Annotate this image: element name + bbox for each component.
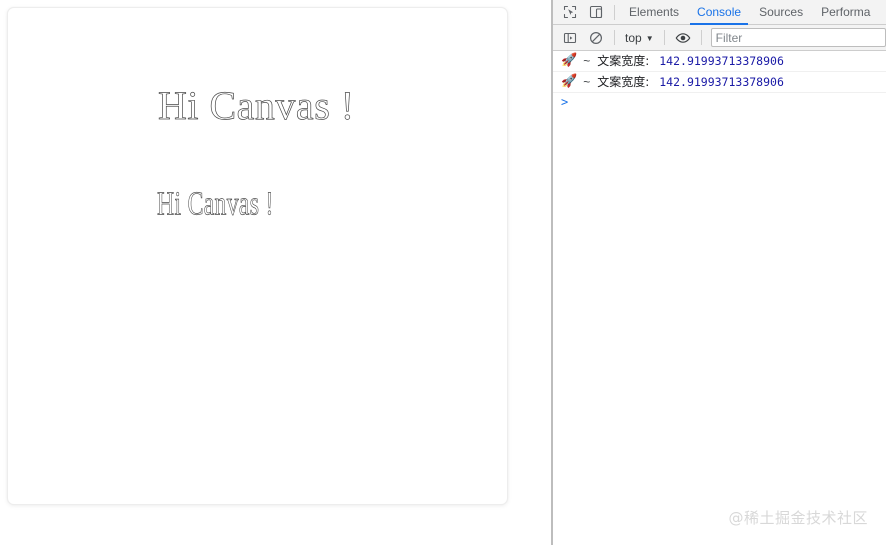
tab-console[interactable]: Console [688,0,750,25]
tab-performance[interactable]: Performa [812,0,879,25]
console-toolbar-divider-1 [614,30,615,45]
console-prompt-input[interactable] [574,95,886,109]
console-sidebar-icon[interactable] [557,27,583,49]
devtools-panel: Elements Console Sources Performa top ▼ … [553,0,886,545]
tab-console-label: Console [697,5,742,19]
device-toolbar-icon[interactable] [583,1,609,23]
rocket-icon: 🚀 [561,74,578,89]
screen-root: Hi Canvas ! Hi Canvas ! Elements Console… [0,0,886,545]
canvas-element[interactable]: Hi Canvas ! Hi Canvas ! [7,7,508,505]
console-message-list[interactable]: 🚀 ~ 文案宽度: 142.91993713378906 🚀 ~ 文案宽度: 1… [553,51,886,545]
console-toolbar: top ▼ [553,25,886,51]
eye-icon[interactable] [670,27,696,49]
console-message-row[interactable]: 🚀 ~ 文案宽度: 142.91993713378906 [553,72,886,93]
tabbar-divider [614,4,615,20]
console-prompt[interactable]: > [553,93,886,113]
console-toolbar-divider-3 [700,30,702,45]
tab-elements-label: Elements [629,5,680,19]
devtools-tabbar: Elements Console Sources Performa [553,0,886,25]
console-message-label: 文案宽度: [597,54,650,68]
page-viewport: Hi Canvas ! Hi Canvas ! [0,0,551,545]
inspect-element-icon[interactable] [557,1,583,23]
watermark: @稀土掘金技术社区 [728,509,868,527]
console-message-value: 142.91993713378906 [659,75,784,89]
execution-context-selector[interactable]: top ▼ [620,28,659,48]
console-message-value: 142.91993713378906 [659,54,784,68]
tab-performance-label: Performa [821,5,871,19]
console-filter-input[interactable] [710,28,886,47]
prompt-chevron-icon: > [561,95,569,109]
console-toolbar-divider-2 [663,30,665,45]
canvas-stroke-text-primary: Hi Canvas ! [158,83,355,128]
tab-sources-label: Sources [759,5,804,19]
console-message-tilde: ~ [583,54,591,68]
rocket-icon: 🚀 [561,53,578,68]
console-message-label: 文案宽度: [597,75,650,89]
canvas-stroke-text-secondary: Hi Canvas ! [157,185,274,223]
tab-elements[interactable]: Elements [620,0,688,25]
console-message-row[interactable]: 🚀 ~ 文案宽度: 142.91993713378906 [553,51,886,72]
clear-console-icon[interactable] [583,27,609,49]
console-message-tilde: ~ [583,75,591,89]
tab-sources[interactable]: Sources [750,0,812,25]
chevron-down-icon: ▼ [645,33,654,43]
execution-context-label: top [625,30,642,45]
